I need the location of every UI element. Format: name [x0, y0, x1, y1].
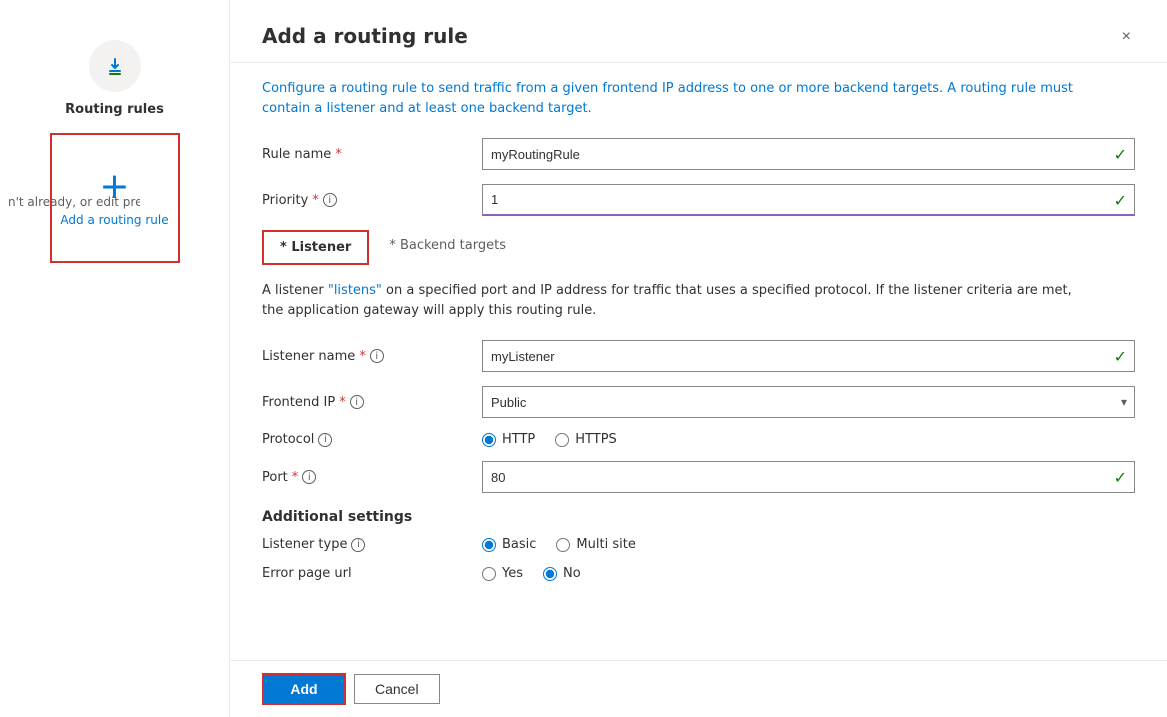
error-page-url-row: Error page url Yes No	[262, 566, 1135, 581]
port-row: Port * i ✓	[262, 461, 1135, 493]
port-input[interactable]	[482, 461, 1135, 493]
priority-row: Priority * i ✓	[262, 184, 1135, 216]
panel-title: Add a routing rule	[262, 24, 468, 48]
listener-name-input-wrapper: ✓	[482, 340, 1135, 372]
port-check-icon: ✓	[1114, 468, 1127, 487]
add-button-border: Add	[262, 673, 346, 705]
priority-info-icon[interactable]: i	[323, 193, 337, 207]
protocol-radio-group: HTTP HTTPS	[482, 432, 1135, 447]
rule-name-check-icon: ✓	[1114, 145, 1127, 164]
error-page-url-no-text: No	[563, 566, 581, 581]
listener-name-check-icon: ✓	[1114, 347, 1127, 366]
routing-rules-icon	[89, 40, 141, 92]
protocol-https-text: HTTPS	[575, 432, 617, 447]
frontend-ip-select[interactable]: Public Private	[482, 386, 1135, 418]
priority-check-icon: ✓	[1114, 191, 1127, 210]
listener-type-multisite-radio[interactable]	[556, 538, 570, 552]
rule-name-label: Rule name *	[262, 147, 482, 162]
add-button[interactable]: Add	[264, 675, 344, 703]
error-page-url-yes-text: Yes	[502, 566, 523, 581]
listener-name-required: *	[359, 349, 366, 364]
protocol-http-text: HTTP	[502, 432, 535, 447]
error-page-url-yes-label[interactable]: Yes	[482, 566, 523, 581]
additional-settings-title: Additional settings	[262, 509, 1135, 525]
close-button[interactable]: ×	[1118, 24, 1135, 50]
listener-name-input[interactable]	[482, 340, 1135, 372]
listener-type-row: Listener type i Basic Multi site	[262, 537, 1135, 552]
error-page-url-label: Error page url	[262, 566, 482, 581]
protocol-info-icon[interactable]: i	[318, 433, 332, 447]
listener-type-multisite-text: Multi site	[576, 537, 635, 552]
priority-label: Priority * i	[262, 193, 482, 208]
panel-footer: Add Cancel	[230, 660, 1167, 717]
listener-type-basic-text: Basic	[502, 537, 536, 552]
protocol-http-label[interactable]: HTTP	[482, 432, 535, 447]
protocol-label: Protocol i	[262, 432, 482, 447]
port-required: *	[292, 470, 299, 485]
listener-type-basic-radio[interactable]	[482, 538, 496, 552]
error-page-url-no-label[interactable]: No	[543, 566, 581, 581]
listener-type-label: Listener type i	[262, 537, 482, 552]
port-input-wrapper: ✓	[482, 461, 1135, 493]
main-panel: Add a routing rule × Configure a routing…	[230, 0, 1167, 717]
port-info-icon[interactable]: i	[302, 470, 316, 484]
rule-name-required: *	[335, 147, 342, 162]
cancel-button[interactable]: Cancel	[354, 674, 440, 704]
port-label: Port * i	[262, 470, 482, 485]
protocol-http-radio[interactable]	[482, 433, 496, 447]
error-page-url-no-radio[interactable]	[543, 567, 557, 581]
priority-required: *	[312, 193, 319, 208]
sidebar-partial-text: n't already, or edit previous configura	[0, 195, 140, 209]
panel-header: Add a routing rule ×	[230, 0, 1167, 63]
tab-listener[interactable]: * Listener	[262, 230, 369, 265]
rule-name-input[interactable]	[482, 138, 1135, 170]
priority-input[interactable]	[482, 184, 1135, 216]
listener-info-text: A listener "listens" on a specified port…	[262, 281, 1082, 320]
tabs-row: * Listener * Backend targets	[262, 230, 1135, 265]
tab-backend-targets[interactable]: * Backend targets	[373, 230, 522, 265]
add-routing-card-label: Add a routing rule	[60, 213, 168, 227]
sidebar: n't already, or edit previous configura …	[0, 0, 230, 717]
frontend-ip-required: *	[339, 395, 346, 410]
error-page-url-yes-radio[interactable]	[482, 567, 496, 581]
protocol-https-label[interactable]: HTTPS	[555, 432, 617, 447]
listener-name-label: Listener name * i	[262, 349, 482, 364]
frontend-ip-select-wrapper: Public Private ▾	[482, 386, 1135, 418]
protocol-https-radio[interactable]	[555, 433, 569, 447]
listener-type-multisite-label[interactable]: Multi site	[556, 537, 635, 552]
frontend-ip-label: Frontend IP * i	[262, 395, 482, 410]
routing-rules-label: Routing rules	[65, 102, 164, 117]
priority-input-wrapper: ✓	[482, 184, 1135, 216]
listener-type-radio-group: Basic Multi site	[482, 537, 1135, 552]
listener-name-info-icon[interactable]: i	[370, 349, 384, 363]
listener-type-basic-label[interactable]: Basic	[482, 537, 536, 552]
error-page-url-radio-group: Yes No	[482, 566, 1135, 581]
protocol-row: Protocol i HTTP HTTPS	[262, 432, 1135, 447]
listener-type-info-icon[interactable]: i	[351, 538, 365, 552]
rule-name-row: Rule name * ✓	[262, 138, 1135, 170]
listener-name-row: Listener name * i ✓	[262, 340, 1135, 372]
frontend-ip-row: Frontend IP * i Public Private ▾	[262, 386, 1135, 418]
description-text: Configure a routing rule to send traffic…	[262, 79, 1082, 118]
panel-content: Configure a routing rule to send traffic…	[230, 63, 1167, 660]
frontend-ip-info-icon[interactable]: i	[350, 395, 364, 409]
rule-name-input-wrapper: ✓	[482, 138, 1135, 170]
